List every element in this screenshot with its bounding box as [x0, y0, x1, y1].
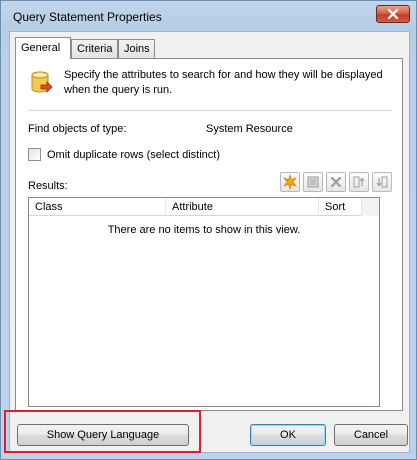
results-list[interactable]: Class Attribute Sort There are no items …: [28, 197, 380, 407]
properties-icon: [307, 176, 319, 188]
column-header-sort[interactable]: Sort: [319, 198, 362, 216]
general-tab-page: Specify the attributes to search for and…: [15, 58, 403, 411]
highlight-annotation-box: [4, 410, 201, 453]
omit-duplicates-row[interactable]: Omit duplicate rows (select distinct): [28, 148, 220, 161]
results-list-header: Class Attribute Sort: [29, 198, 379, 216]
add-attribute-button[interactable]: [280, 172, 300, 192]
delete-attribute-button[interactable]: [326, 172, 346, 192]
results-label: Results:: [28, 180, 68, 192]
move-down-icon: [376, 176, 388, 188]
new-star-icon: [283, 174, 297, 190]
dialog-window: Query Statement Properties General Crite…: [0, 0, 417, 460]
move-up-icon: [353, 176, 365, 188]
tab-joins[interactable]: Joins: [118, 39, 155, 59]
move-up-button[interactable]: [349, 172, 369, 192]
move-down-button[interactable]: [372, 172, 392, 192]
tab-criteria[interactable]: Criteria: [71, 39, 118, 59]
tab-general[interactable]: General: [15, 37, 71, 59]
omit-duplicates-label: Omit duplicate rows (select distinct): [47, 148, 220, 161]
column-header-filler: [362, 198, 379, 216]
cancel-button[interactable]: Cancel: [334, 424, 408, 446]
find-objects-value: System Resource: [206, 123, 293, 135]
database-query-icon: [31, 71, 53, 93]
dialog-client-area: General Criteria Joins Specify the attri…: [9, 31, 410, 453]
intro-description: Specify the attributes to search for and…: [64, 69, 383, 96]
delete-icon: [331, 177, 341, 187]
close-button[interactable]: [376, 5, 410, 23]
edit-attribute-button[interactable]: [303, 172, 323, 192]
empty-list-message: There are no items to show in this view.: [107, 224, 301, 236]
window-title: Query Statement Properties: [13, 10, 162, 24]
find-objects-label: Find objects of type:: [28, 123, 127, 135]
close-icon: [387, 9, 399, 19]
ok-button[interactable]: OK: [250, 424, 326, 446]
results-toolbar: [280, 172, 395, 192]
separator: [28, 110, 392, 111]
column-header-attribute[interactable]: Attribute: [166, 198, 319, 216]
column-header-class[interactable]: Class: [29, 198, 166, 216]
omit-duplicates-checkbox[interactable]: [28, 148, 41, 161]
